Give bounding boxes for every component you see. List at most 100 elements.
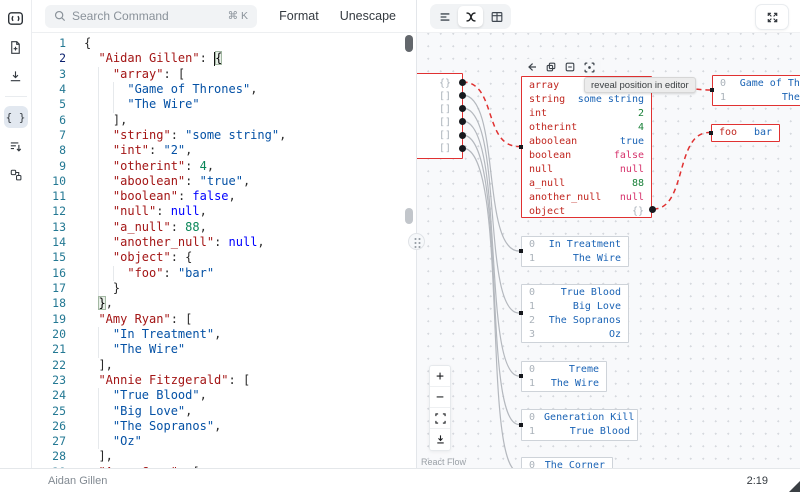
line-number: 12 — [32, 204, 66, 219]
editor-line: 22 ], — [32, 358, 416, 373]
node-row: 1Big Love — [522, 300, 628, 314]
list-view-icon[interactable] — [432, 6, 457, 27]
pane-resize-handle[interactable] — [408, 233, 425, 250]
line-number: 25 — [32, 404, 66, 419]
editor-line: 1{ — [32, 36, 416, 51]
connection-dot[interactable] — [459, 118, 466, 125]
collapse-node-icon[interactable] — [565, 62, 575, 72]
line-number: 15 — [32, 250, 66, 265]
node-row: [] — [417, 103, 462, 116]
connection-dot[interactable] — [459, 79, 466, 86]
editor-line: 4 "Game of Thrones", — [32, 82, 416, 97]
node-row: rd[] — [417, 129, 462, 142]
graph-node-selected[interactable]: arraystringsome stringint2otherint4abool… — [521, 76, 652, 218]
status-bar: Aidan Gillen 2:19 — [0, 468, 800, 492]
editor-line: 20 "In Treatment", — [32, 327, 416, 342]
graph-node-genkill[interactable]: 0Generation Kill1True Blood — [521, 409, 638, 441]
line-number: 6 — [32, 113, 66, 128]
search-shortcut: ⌘ K — [228, 10, 248, 22]
node-row: 0The Corner — [522, 459, 612, 468]
connection-dot[interactable] — [459, 105, 466, 112]
connection-dot[interactable] — [459, 145, 466, 152]
focus-node-icon[interactable] — [584, 62, 595, 73]
import-download-icon[interactable] — [4, 65, 28, 87]
nodes-graph-icon[interactable] — [4, 164, 28, 186]
node-row: [] — [417, 116, 462, 129]
editor-line: 15 "object": { — [32, 250, 416, 265]
node-row: 3Oz — [522, 328, 628, 342]
editor-line: 13 "a_null": 88, — [32, 220, 416, 235]
editor-line: 26 "The Sopranos", — [32, 419, 416, 434]
edge-connector — [519, 311, 523, 315]
edge-connector — [710, 88, 714, 92]
editor-line: 12 "null": null, — [32, 204, 416, 219]
editor-line: 7 "string": "some string", — [32, 128, 416, 143]
flow-controls: + − — [429, 365, 451, 451]
connection-dot[interactable] — [459, 92, 466, 99]
download-image-button[interactable] — [430, 429, 450, 450]
graph-node-corner[interactable]: 0The Corner — [521, 457, 613, 468]
node-row: 0Game of Thrones — [713, 77, 800, 91]
node-row: otherint4 — [522, 121, 651, 135]
selected-node-path: Aidan Gillen — [48, 475, 107, 487]
editor-line: 24 "True Blood", — [32, 388, 416, 403]
line-number: 23 — [32, 373, 66, 388]
back-arrow-icon[interactable] — [527, 62, 537, 72]
graph-node-amy[interactable]: 0In Treatment1The Wire — [521, 236, 629, 267]
node-row: foobar — [712, 126, 779, 140]
node-row: 0True Blood — [522, 286, 628, 300]
json-code-editor[interactable]: 1{2 "Aidan Gillen": {3 "array": [4 "Game… — [32, 33, 416, 468]
resize-grip[interactable] — [789, 481, 800, 492]
graph-node-root[interactable]: {}[][][]rd[][] — [417, 73, 463, 159]
editor-line: 10 "aboolean": "true", — [32, 174, 416, 189]
search-icon — [54, 10, 66, 22]
editor-actions: Format Unescape — [279, 9, 416, 23]
search-command-box[interactable]: Search Command ⌘ K — [45, 5, 257, 28]
format-button[interactable]: Format — [279, 9, 319, 23]
node-row: 1The Wire — [713, 91, 800, 105]
scrollbar-cursor-marker[interactable] — [405, 35, 413, 52]
cursor-position: 2:19 — [747, 475, 768, 487]
zoom-in-button[interactable]: + — [430, 366, 450, 387]
fullscreen-button[interactable] — [755, 4, 789, 30]
editor-line: 16 "foo": "bar" — [32, 266, 416, 281]
line-number: 9 — [32, 159, 66, 174]
graph-node-foo[interactable]: foobar — [711, 124, 780, 142]
connection-dot[interactable] — [459, 132, 466, 139]
line-number: 3 — [32, 67, 66, 82]
graph-node-annie[interactable]: 0True Blood1Big Love2The Sopranos3Oz — [521, 284, 629, 343]
zoom-out-button[interactable]: − — [430, 387, 450, 408]
editor-line: 28 ], — [32, 449, 416, 464]
object-connection-dot[interactable] — [649, 206, 656, 213]
graph-node-array_items[interactable]: 0Game of Thrones1The Wire — [712, 75, 800, 106]
line-number: 22 — [32, 358, 66, 373]
app-logo-icon[interactable] — [4, 7, 28, 29]
line-number: 21 — [32, 342, 66, 357]
graph-canvas[interactable]: {}[][][]rd[][] arraystringsome stringint2… — [417, 33, 800, 468]
unescape-button[interactable]: Unescape — [340, 9, 396, 23]
graph-node-treme[interactable]: 0Treme1The Wire — [521, 361, 607, 392]
node-row: [] — [417, 142, 462, 155]
editor-line: 8 "int": "2", — [32, 143, 416, 158]
line-number: 13 — [32, 220, 66, 235]
node-row: [] — [417, 90, 462, 103]
line-number: 4 — [32, 82, 66, 97]
line-number: 18 — [32, 296, 66, 311]
json-editor-icon[interactable]: { } — [4, 106, 28, 128]
line-number: 11 — [32, 189, 66, 204]
line-number: 16 — [32, 266, 66, 281]
node-row: 2The Sopranos — [522, 314, 628, 328]
node-row: 1True Blood — [522, 425, 637, 439]
table-view-icon[interactable] — [484, 6, 509, 27]
copy-icon[interactable] — [546, 62, 556, 72]
graph-view-icon[interactable] — [458, 6, 483, 27]
scrollbar-thumb[interactable] — [405, 208, 413, 224]
fit-view-button[interactable] — [430, 408, 450, 429]
node-row: booleanfalse — [522, 149, 651, 163]
new-file-icon[interactable] — [4, 36, 28, 58]
node-row: nullnull — [522, 163, 651, 177]
transform-filter-icon[interactable] — [4, 135, 28, 157]
edge-connector — [519, 374, 523, 378]
sidebar-divider — [5, 96, 27, 97]
node-row: 0Generation Kill — [522, 411, 637, 425]
